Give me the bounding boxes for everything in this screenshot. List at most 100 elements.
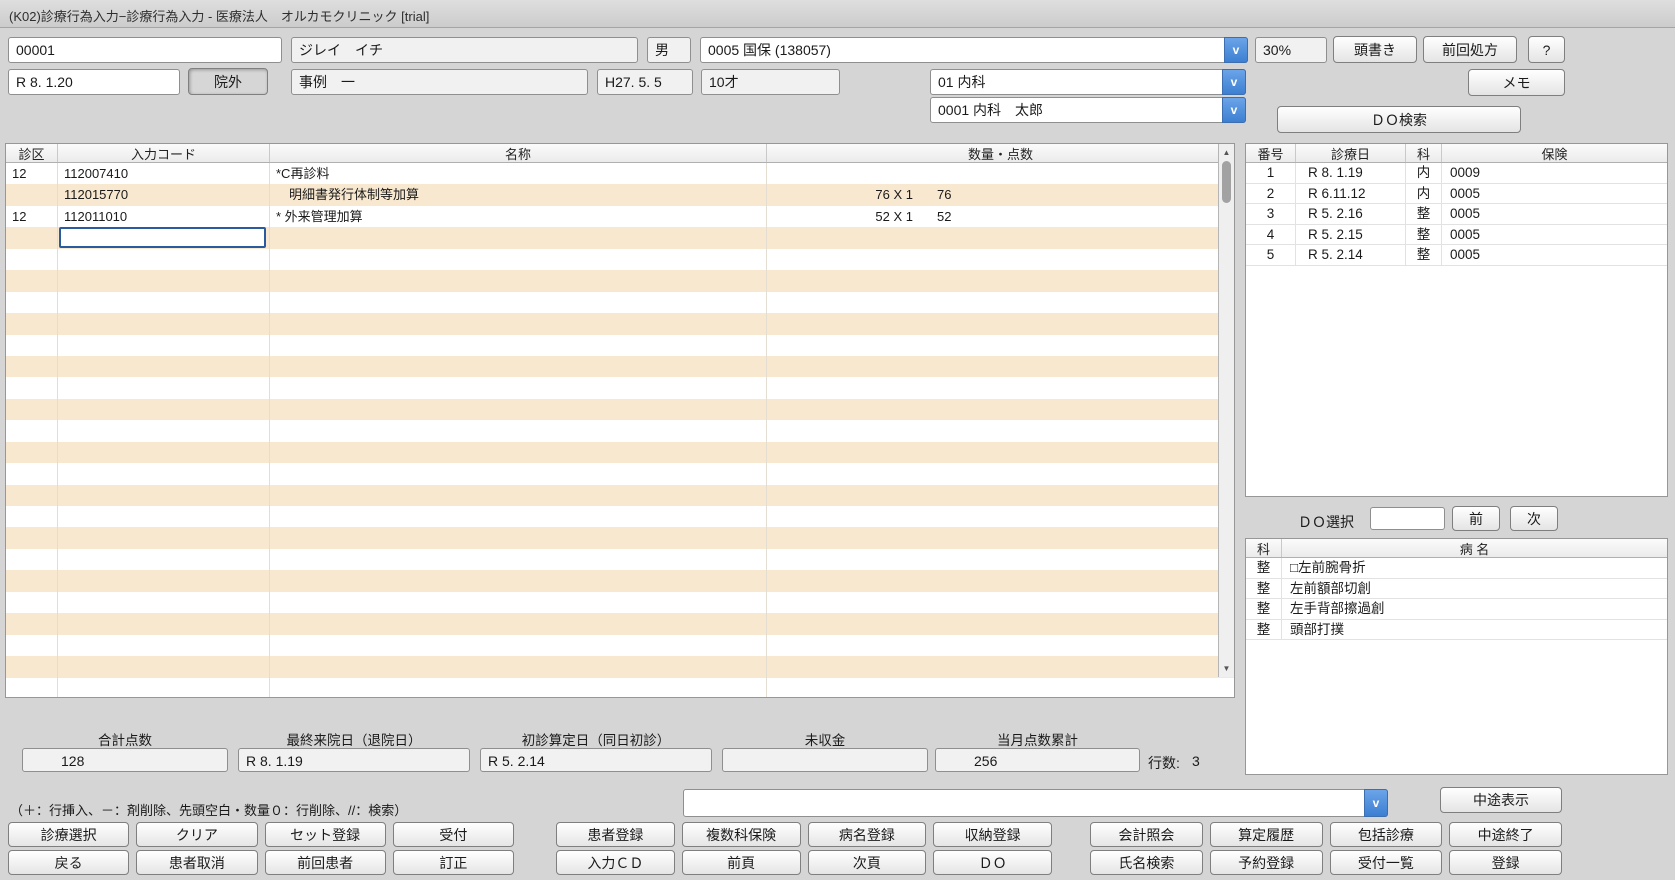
entry-grid-cell[interactable] [767, 335, 1234, 356]
entry-grid-empty-row[interactable] [6, 377, 1234, 399]
entry-grid-cell[interactable] [767, 420, 1234, 441]
entry-grid-cell[interactable] [767, 527, 1234, 548]
do-search-button[interactable]: ＤＯ検索 [1277, 106, 1521, 133]
entry-grid-row[interactable]: 12 112011010 * 外来管理加算 52 X 1 52 [6, 205, 1234, 228]
patient-id-input[interactable]: 00001 [8, 37, 282, 63]
entry-grid-cell[interactable] [6, 548, 58, 571]
entry-grid-cell[interactable] [270, 570, 767, 592]
chevron-down-icon[interactable]: v [1222, 97, 1246, 123]
entry-grid-empty-row[interactable] [6, 506, 1234, 528]
entry-grid-cell[interactable] [58, 463, 270, 485]
entry-grid-cell[interactable] [58, 484, 270, 506]
entry-grid-cell[interactable] [58, 677, 270, 697]
entry-grid-cell[interactable] [767, 485, 1234, 506]
entry-grid-row[interactable]: 112015770 明細書発行体制等加算 76 X 1 76 [6, 184, 1234, 206]
entry-grid-cell[interactable] [6, 656, 58, 678]
clear-button[interactable]: クリア [136, 822, 258, 847]
entry-cell-name[interactable]: * 外来管理加算 [270, 205, 767, 228]
entry-grid-cell[interactable] [6, 377, 58, 399]
entry-grid-empty-row[interactable] [6, 441, 1234, 464]
entry-cell-code[interactable]: 112015770 [58, 184, 270, 206]
entry-grid-cell[interactable] [270, 506, 767, 528]
do-prev-button[interactable]: 前 [1452, 506, 1500, 531]
insurance-combo[interactable]: 0005 国保 (138057) v [700, 37, 1248, 63]
entry-grid-cell[interactable] [270, 527, 767, 549]
department-combo[interactable]: 01 内科 v [930, 69, 1246, 95]
entry-grid-empty-row[interactable] [6, 484, 1234, 506]
entry-grid-cell[interactable] [6, 398, 58, 421]
entry-grid-row[interactable]: 12 112007410 *C再診料 [6, 163, 1234, 185]
in-out-hospital-button[interactable]: 院外 [188, 68, 268, 95]
entry-grid-cell[interactable] [58, 656, 270, 678]
entry-grid-cell[interactable] [58, 398, 270, 421]
entry-grid-cell[interactable] [270, 355, 767, 378]
reservation-register-button[interactable]: 予約登録 [1209, 850, 1323, 875]
entry-cell-category[interactable]: 12 [6, 163, 58, 185]
entry-grid-empty-row[interactable] [6, 334, 1234, 356]
patient-register-button[interactable]: 患者登録 [556, 822, 675, 847]
entry-grid-cell[interactable] [270, 291, 767, 314]
entry-grid-cell[interactable] [6, 463, 58, 485]
help-button[interactable]: ? [1528, 36, 1565, 63]
entry-grid-empty-row[interactable] [6, 420, 1234, 442]
entry-grid-cell[interactable] [6, 420, 58, 442]
entry-grid-cell[interactable] [6, 334, 58, 356]
scroll-up-icon[interactable]: ▲ [1219, 145, 1234, 160]
payment-register-button[interactable]: 収納登録 [933, 822, 1052, 847]
entry-grid-cell[interactable] [58, 355, 270, 378]
entry-grid-empty-row[interactable] [6, 248, 1234, 271]
entry-grid-cell[interactable] [6, 570, 58, 592]
chevron-down-icon[interactable]: v [1364, 789, 1388, 817]
set-register-button[interactable]: セット登録 [264, 822, 386, 847]
entry-cell-quantity[interactable] [767, 227, 1234, 248]
do-select-input[interactable] [1370, 507, 1445, 530]
entry-cell-name[interactable]: 明細書発行体制等加算 [270, 184, 767, 206]
entry-grid-cell[interactable] [270, 591, 767, 614]
entry-cell-quantity[interactable]: 52 X 1 52 [767, 206, 1234, 227]
entry-grid-cell[interactable] [767, 570, 1234, 591]
correction-button[interactable]: 訂正 [392, 850, 514, 875]
entry-grid-empty-row[interactable] [6, 613, 1234, 635]
entry-grid-cell[interactable] [58, 313, 270, 335]
name-search-button[interactable]: 氏名検索 [1090, 850, 1203, 875]
entry-grid-cell[interactable] [6, 506, 58, 528]
register-button[interactable]: 登録 [1449, 850, 1562, 875]
header-note-button[interactable]: 頭書き [1333, 36, 1417, 63]
doctor-combo[interactable]: 0001 内科 太郎 v [930, 97, 1246, 123]
scrollbar-thumb[interactable] [1222, 161, 1231, 203]
entry-grid-cell[interactable] [767, 356, 1234, 377]
entry-grid-cell[interactable] [58, 548, 270, 571]
entry-grid-cell[interactable] [767, 399, 1234, 420]
entry-cell-category[interactable] [6, 227, 58, 249]
entry-grid-cell[interactable] [58, 377, 270, 399]
entry-grid-cell[interactable] [270, 398, 767, 421]
entry-grid-cell[interactable] [767, 549, 1234, 570]
entry-grid-cell[interactable] [6, 634, 58, 657]
entry-grid-cell[interactable] [6, 677, 58, 697]
visit-row[interactable]: 4 R 5. 2.15 整 0005 [1246, 224, 1667, 245]
prev-page-button[interactable]: 前頁 [681, 850, 801, 875]
entry-grid-cell[interactable] [767, 463, 1234, 484]
entry-grid-cell[interactable] [270, 377, 767, 399]
entry-grid-cell[interactable] [767, 377, 1234, 398]
diagnosis-select-button[interactable]: 診療選択 [8, 822, 130, 847]
entry-grid-cell[interactable] [767, 613, 1234, 634]
entry-grid-cell[interactable] [767, 592, 1234, 613]
entry-cell-code[interactable]: 112011010 [58, 205, 270, 228]
entry-grid-cell[interactable] [6, 441, 58, 464]
entry-grid-empty-row[interactable] [6, 398, 1234, 421]
quick-entry-combo[interactable]: v [683, 789, 1388, 817]
entry-grid-cell[interactable] [6, 613, 58, 635]
entry-grid-cell[interactable] [6, 270, 58, 292]
entry-cell-quantity[interactable] [767, 163, 1234, 184]
previous-prescription-button[interactable]: 前回処方 [1423, 36, 1517, 63]
entry-grid-cell[interactable] [767, 506, 1234, 527]
entry-grid-cell[interactable] [270, 248, 767, 271]
entry-grid-empty-row[interactable] [6, 570, 1234, 592]
entry-grid-cell[interactable] [58, 570, 270, 592]
reception-list-button[interactable]: 受付一覧 [1329, 850, 1443, 875]
interim-display-button[interactable]: 中途表示 [1440, 787, 1562, 813]
entry-grid-cell[interactable] [6, 591, 58, 614]
entry-cell-code[interactable] [58, 227, 270, 249]
entry-grid-empty-row[interactable] [6, 313, 1234, 335]
